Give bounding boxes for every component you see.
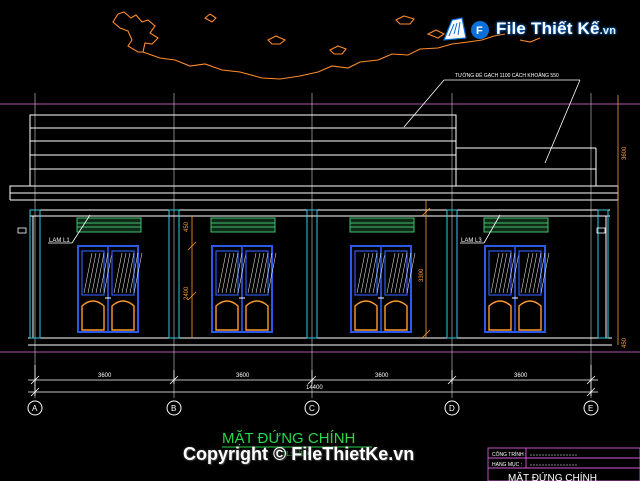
doors bbox=[77, 245, 550, 333]
vdim-3300: 3300 bbox=[419, 268, 425, 282]
logo-badge-icon: F bbox=[440, 14, 490, 44]
copyright-watermark: Copyright © FileThietKe.vn bbox=[183, 444, 415, 464]
logo-text: File Thiết Kế.vn bbox=[496, 19, 616, 39]
hdim-1: 3600 bbox=[98, 373, 112, 379]
horizontal-dims bbox=[28, 365, 598, 397]
door-2 bbox=[211, 245, 277, 333]
hdim-3: 3600 bbox=[375, 373, 389, 379]
elevation-drawing: TƯỜNG ĐỂ GẠCH 1100 CÁCH KHOẢNG 550 LAM L… bbox=[0, 11, 640, 481]
axis-bubbles: A B C D E bbox=[27, 400, 599, 416]
door-3 bbox=[350, 245, 416, 333]
title-block-row1: CÔNG TRÌNH : bbox=[492, 451, 526, 458]
door-1 bbox=[77, 245, 143, 333]
rdim-3600: 3600 bbox=[622, 146, 628, 160]
title-block-sheet-title: MẶT ĐỨNG CHÍNH bbox=[508, 471, 597, 481]
hdim-2: 3600 bbox=[236, 373, 250, 379]
axis-label-c: C bbox=[309, 404, 315, 413]
axis-label-d: D bbox=[449, 404, 455, 413]
logo-domain: .vn bbox=[599, 25, 617, 37]
vdim-450: 450 bbox=[184, 221, 190, 232]
rdim-450: 450 bbox=[622, 337, 628, 348]
site-logo: F File Thiết Kế.vn bbox=[440, 12, 630, 46]
logo-name: File Thiết Kế bbox=[496, 19, 600, 38]
hdim-total: 14400 bbox=[306, 385, 323, 391]
door-4 bbox=[484, 245, 550, 333]
roof-bands bbox=[9, 114, 619, 217]
louvers bbox=[76, 217, 549, 233]
louver-label-1: LAM L1 bbox=[49, 238, 70, 244]
wall-note: TƯỜNG ĐỂ GẠCH 1100 CÁCH KHOẢNG 550 bbox=[455, 72, 559, 79]
title-block-row2: HẠNG MỤC : bbox=[492, 462, 522, 468]
wall-note-leader bbox=[403, 79, 581, 164]
axis-label-b: B bbox=[171, 404, 176, 413]
vdim-2400: 2400 bbox=[184, 286, 190, 300]
wall-outline bbox=[28, 216, 612, 346]
svg-text:F: F bbox=[476, 25, 483, 37]
louver-label-3: LAM L3 bbox=[461, 238, 482, 244]
hdim-4: 3600 bbox=[514, 373, 528, 379]
axis-label-a: A bbox=[32, 404, 38, 413]
axis-label-e: E bbox=[588, 404, 593, 413]
